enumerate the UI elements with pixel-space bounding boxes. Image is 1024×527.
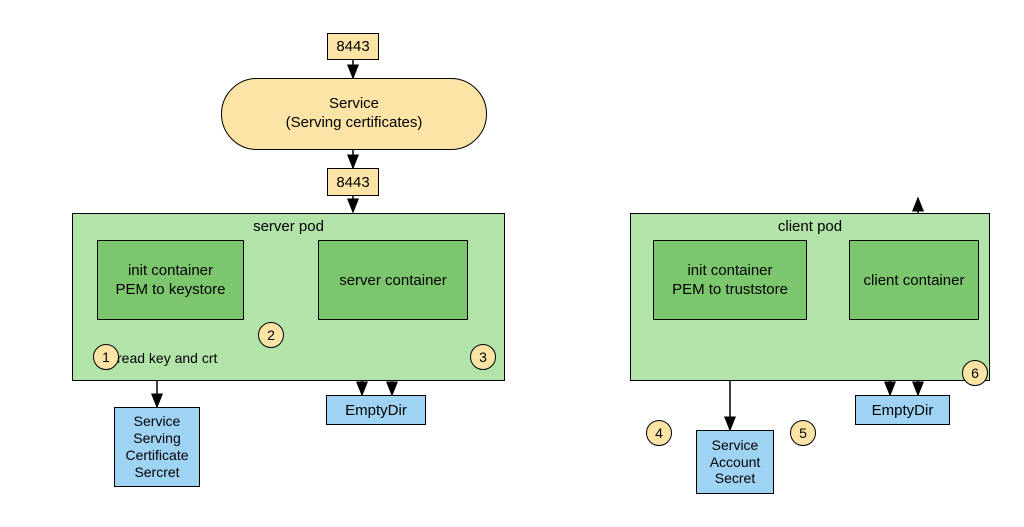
service-account-secret: Service Account Secret	[696, 430, 774, 494]
client-init-line2: PEM to truststore	[672, 280, 788, 300]
service-port-bottom: 8443	[327, 168, 379, 196]
sa-secret-line3: Secret	[715, 470, 755, 487]
server-container-label: server container	[339, 272, 447, 289]
server-emptydir: EmptyDir	[326, 395, 426, 425]
secret-line4: Sercret	[134, 464, 179, 481]
client-init-line1: init container	[687, 261, 772, 281]
server-container: server container	[318, 240, 468, 320]
step-2-label: 2	[267, 327, 275, 343]
step-6-badge: 6	[962, 360, 988, 386]
service-port-top-label: 8443	[336, 38, 369, 55]
step-5-label: 5	[799, 425, 807, 441]
secret-line1: Service	[134, 413, 181, 430]
step-5-badge: 5	[790, 420, 816, 446]
service-serving-cert-secret: Service Serving Certificate Sercret	[114, 407, 200, 487]
server-pod-title: server pod	[73, 218, 504, 235]
step-4-label: 4	[655, 425, 663, 441]
server-emptydir-label: EmptyDir	[345, 402, 407, 419]
client-emptydir-label: EmptyDir	[872, 402, 934, 419]
step-2-badge: 2	[258, 322, 284, 348]
sa-secret-line1: Service	[712, 437, 759, 454]
client-init-container: init container PEM to truststore	[653, 240, 807, 320]
step-4-badge: 4	[646, 420, 672, 446]
server-init-line2: PEM to keystore	[115, 280, 225, 300]
service-port-bottom-label: 8443	[336, 174, 369, 191]
secret-line3: Certificate	[125, 447, 188, 464]
client-pod-title: client pod	[631, 218, 989, 235]
server-init-container: init container PEM to keystore	[97, 240, 244, 320]
step-1-badge: 1	[93, 344, 119, 370]
edge-label-read-key-crt: read key and crt	[117, 350, 217, 366]
service-node: Service (Serving certificates)	[221, 78, 487, 150]
service-port-top: 8443	[327, 33, 379, 60]
sa-secret-line2: Account	[710, 454, 761, 471]
step-3-badge: 3	[470, 344, 496, 370]
client-emptydir: EmptyDir	[855, 395, 950, 425]
step-3-label: 3	[479, 349, 487, 365]
server-init-line1: init container	[128, 261, 213, 281]
service-title-line2: (Serving certificates)	[286, 114, 423, 133]
step-1-label: 1	[102, 349, 110, 365]
client-container-label: client container	[864, 272, 965, 289]
secret-line2: Serving	[133, 430, 180, 447]
client-container: client container	[849, 240, 979, 320]
step-6-label: 6	[971, 365, 979, 381]
service-title-line1: Service	[329, 95, 379, 114]
diagram-canvas: Service (Serving certificates) 8443 8443…	[0, 0, 1024, 527]
